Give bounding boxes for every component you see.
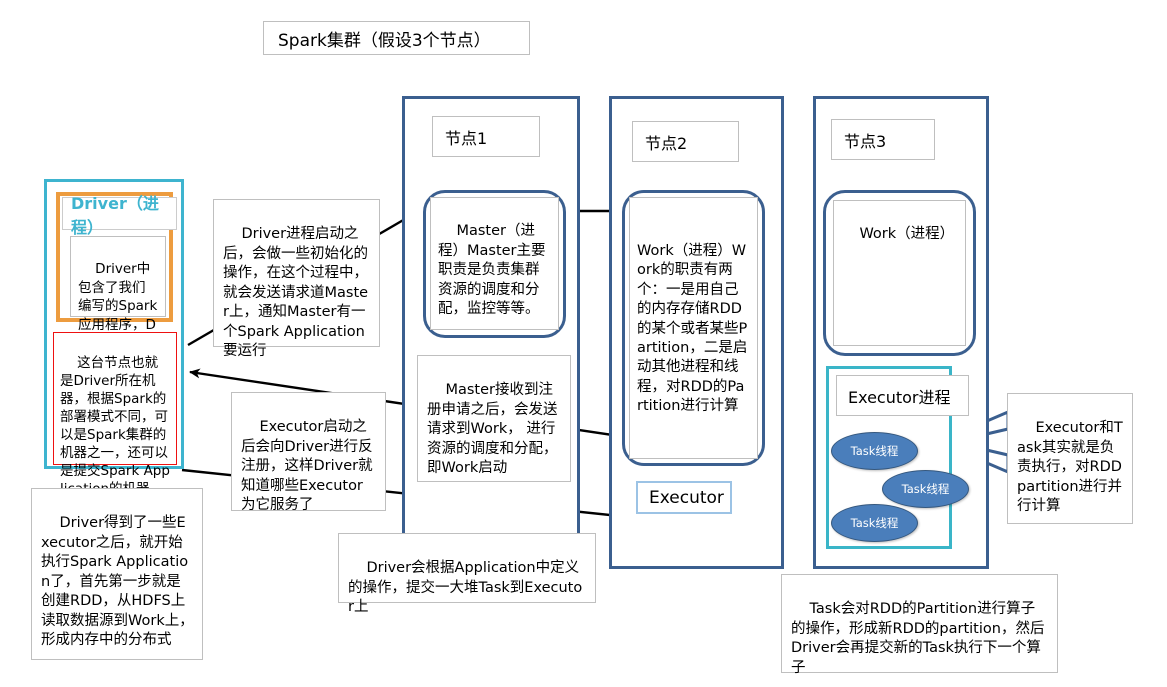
- note-task-operator: Task会对RDD的Partition进行算子的操作，形成新RDD的partit…: [781, 574, 1058, 676]
- driver-machine-red-note: 这台节点也就是Driver所在机器，根据Spark的部署模式不同，可以是Spar…: [53, 332, 177, 497]
- master-process-inner: Master（进程）Master主要职责是负责集群资源的调度和分配，监控等等。: [430, 197, 559, 330]
- executor-box: Executor: [636, 481, 732, 514]
- note-driver-submit-tasks: Driver会根据Application中定义的操作，提交一大堆Task到Exe…: [338, 533, 596, 615]
- note-driver-start-text: Driver进程启动之后，会做一些初始化的操作，在这个过程中，就会发送请求道Ma…: [223, 226, 369, 359]
- driver-process-body: Driver中包含了我们编写的Spark应用程序，Driver负责提交。: [70, 236, 166, 370]
- driver-machine-red-note-text: 这台节点也就是Driver所在机器，根据Spark的部署模式不同，可以是Spar…: [60, 354, 170, 497]
- work-node3-process-title-text: Work（进程）: [859, 226, 955, 243]
- task-thread-1-text: Task线程: [850, 444, 899, 458]
- work-node2-process-title-text: Work（进程）: [637, 242, 732, 259]
- note-driver-submit-tasks-text: Driver会根据Application中定义的操作，提交一大堆Task到Exe…: [348, 560, 583, 616]
- task-thread-3: Task线程: [831, 504, 918, 542]
- node-1-container: [402, 96, 580, 593]
- node-3-label-text: 节点3: [844, 131, 887, 151]
- executor-process-label: Executor进程: [836, 375, 969, 416]
- task-thread-1: Task线程: [831, 432, 918, 470]
- work-node3-process-inner: Work（进程）: [833, 200, 966, 346]
- note-executor-task-role: Executor和Task其实就是负责执行，对RDDpartition进行并行计…: [1007, 393, 1133, 524]
- task-thread-2: Task线程: [882, 470, 969, 508]
- note-driver-got-executors: Driver得到了一些Executor之后，就开始执行Spark Applica…: [31, 488, 203, 660]
- note-driver-got-executors-text: Driver得到了一些Executor之后，就开始执行Spark Applica…: [41, 515, 194, 648]
- note-master-register-text: Master接收到注册申请之后，会发送请求到Work， 进行资源的调度和分配，即…: [427, 382, 558, 477]
- note-driver-start: Driver进程启动之后，会做一些初始化的操作，在这个过程中，就会发送请求道Ma…: [213, 199, 380, 359]
- note-executor-task-role-text: Executor和Task其实就是负责执行，对RDDpartition进行并行计…: [1017, 420, 1123, 515]
- node-1-label-text: 节点1: [445, 128, 488, 148]
- note-task-operator-text: Task会对RDD的Partition进行算子的操作，形成新RDD的partit…: [791, 601, 1045, 676]
- note-master-register: Master接收到注册申请之后，会发送请求到Work， 进行资源的调度和分配，即…: [417, 355, 571, 482]
- driver-process-title-text: Driver（进程）: [71, 193, 159, 237]
- driver-process-title: Driver（进程）: [62, 194, 177, 237]
- task-thread-3-text: Task线程: [850, 516, 899, 530]
- note-executor-register-text: Executor启动之后会向Driver进行反注册，这样Driver就知道哪些E…: [241, 419, 373, 514]
- work-node2-process-body-text: Work的职责有两个：一是用自己的内存存储RDD的某个或者某些Partition…: [637, 242, 748, 415]
- executor-box-text: Executor: [649, 487, 724, 508]
- task-thread-2-text: Task线程: [901, 482, 950, 496]
- node-3-label: 节点3: [831, 119, 935, 160]
- diagram-title-text: Spark集群（假设3个节点）: [278, 30, 491, 51]
- work-node2-process-inner: Work（进程）Work的职责有两个：一是用自己的内存存储RDD的某个或者某些P…: [629, 197, 758, 459]
- node-2-label-text: 节点2: [645, 133, 688, 153]
- node-2-label: 节点2: [632, 121, 739, 162]
- executor-process-label-text: Executor进程: [848, 387, 951, 407]
- node-1-label: 节点1: [432, 116, 540, 157]
- note-executor-register: Executor启动之后会向Driver进行反注册，这样Driver就知道哪些E…: [231, 392, 386, 514]
- spark-cluster-diagram: Spark集群（假设3个节点） Driver（进程） Driver中包含了我们编…: [0, 0, 1167, 687]
- diagram-title-box: Spark集群（假设3个节点）: [263, 21, 530, 55]
